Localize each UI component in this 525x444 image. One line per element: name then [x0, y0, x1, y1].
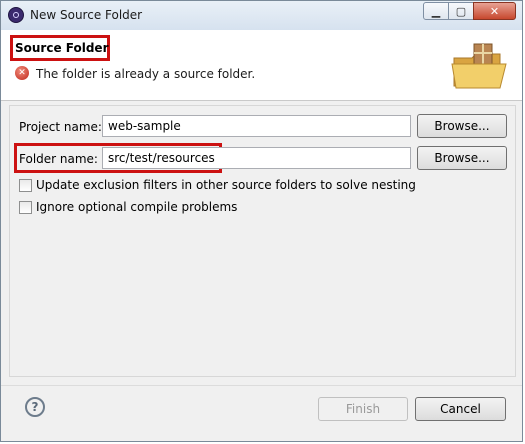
window-controls: ▁ ▢ ✕ — [423, 2, 516, 20]
folder-name-label: Folder name: — [19, 152, 98, 166]
dialog-window: New Source Folder ▁ ▢ ✕ Source Folder ✕ … — [0, 0, 523, 442]
folder-name-field[interactable]: src/test/resources — [102, 147, 411, 169]
footer-separator — [1, 385, 522, 386]
ignore-problems-label: Ignore optional compile problems — [36, 200, 238, 214]
browse-project-button[interactable]: Browse... — [417, 114, 507, 138]
browse-folder-button[interactable]: Browse... — [417, 146, 507, 170]
title-bar[interactable]: New Source Folder ▁ ▢ ✕ — [1, 1, 522, 31]
minimize-icon: ▁ — [431, 4, 441, 18]
ignore-problems-checkbox[interactable] — [19, 201, 32, 214]
help-icon[interactable]: ? — [25, 397, 45, 417]
wizard-header: Source Folder ✕ The folder is already a … — [1, 30, 522, 101]
update-exclusion-label: Update exclusion filters in other source… — [36, 178, 416, 192]
eclipse-icon — [8, 7, 24, 23]
maximize-icon: ▢ — [455, 4, 467, 18]
minimize-button[interactable]: ▁ — [423, 2, 449, 20]
finish-button[interactable]: Finish — [318, 397, 408, 421]
close-button[interactable]: ✕ — [473, 2, 516, 20]
window-title: New Source Folder — [30, 8, 143, 22]
update-exclusion-checkbox[interactable] — [19, 179, 32, 192]
close-icon: ✕ — [489, 4, 500, 18]
project-name-label: Project name: — [19, 120, 102, 134]
cancel-button[interactable]: Cancel — [415, 397, 506, 421]
error-icon: ✕ — [15, 66, 29, 80]
folder-package-icon — [451, 43, 507, 89]
page-title: Source Folder — [15, 41, 109, 55]
project-name-field[interactable]: web-sample — [102, 115, 411, 137]
maximize-button[interactable]: ▢ — [448, 2, 474, 20]
error-message: The folder is already a source folder. — [36, 67, 256, 81]
